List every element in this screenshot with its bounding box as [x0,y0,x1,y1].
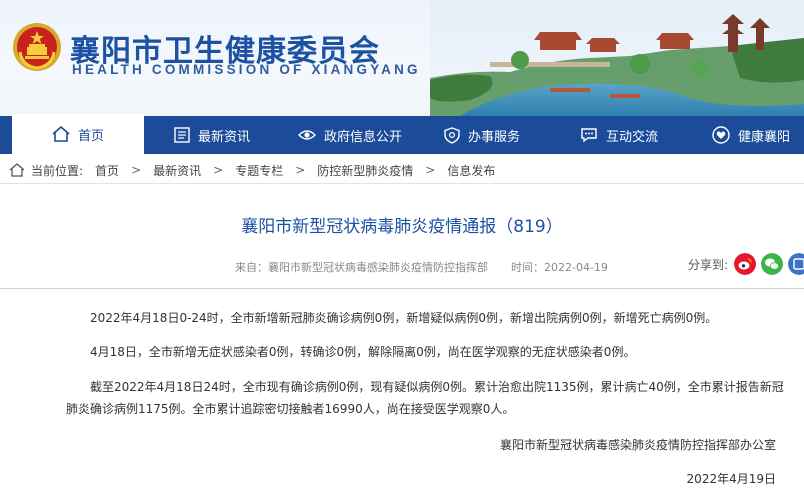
nav-news-label: 最新资讯 [198,129,251,145]
breadcrumb-separator: > [131,163,142,177]
nav-gov-info-label: 政府信息公开 [324,129,403,145]
wechat-share-icon[interactable] [761,253,783,275]
main-nav: 首页 最新资讯 政府信息公开 办事服务 互动交流 健康襄阳 [0,114,804,154]
news-icon [174,127,190,143]
nav-home-label: 首页 [77,128,104,144]
nav-services[interactable]: 办事服务 [444,116,520,154]
breadcrumb-item-release[interactable]: 信息发布 [447,162,495,179]
breadcrumb-item-home[interactable]: 首页 [95,162,119,179]
site-header: 襄阳市卫生健康委员会 HEALTH COMMISSION OF XIANGYAN… [0,0,804,116]
heart-icon [712,126,730,144]
paragraph: 肺炎确诊病例1175例。全市累计追踪密切接触者16990人，尚在接受医学观察0人… [66,402,515,416]
paragraph: 4月18日，全市新增无症状感染者0例，转确诊0例，解除隔离0例，尚在医学观察的无… [90,345,636,359]
article-source: 来自：襄阳市新型冠状病毒感染肺炎疫情防控指挥部 [235,261,488,274]
share-label: 分享到: [688,258,729,272]
chat-icon [581,128,597,143]
sign-date: 2022年4月19日 [686,472,776,486]
weibo-share-icon[interactable] [734,253,756,275]
breadcrumb-item-news[interactable]: 最新资讯 [153,162,201,179]
nav-news[interactable]: 最新资讯 [174,116,250,154]
content-divider [0,288,804,289]
breadcrumb-separator: > [213,163,224,177]
eye-icon [298,130,316,140]
breadcrumb-item-topics[interactable]: 专题专栏 [235,162,283,179]
more-share-icon[interactable] [788,253,804,275]
national-emblem-icon [13,23,61,71]
nav-services-label: 办事服务 [468,129,521,145]
breadcrumb-separator: > [295,163,306,177]
paragraph: 截至2022年4月18日24时，全市现有确诊病例0例，现有疑似病例0例。累计治愈… [90,380,784,394]
nav-healthy-xiangyang[interactable]: 健康襄阳 [712,116,790,154]
site-subtitle-en: HEALTH COMMISSION OF XIANGYANG [72,62,421,77]
nav-home[interactable]: 首页 [12,114,144,154]
breadcrumb: 当前位置: 首页 > 最新资讯 > 专题专栏 > 防控新型肺炎疫情 > 信息发布 [0,157,804,184]
nav-interaction[interactable]: 互动交流 [580,116,658,154]
home-icon [9,163,25,177]
breadcrumb-separator: > [425,163,436,177]
nav-healthy-xiangyang-label: 健康襄阳 [738,129,791,145]
breadcrumb-prefix: 当前位置: [31,163,84,178]
nav-interaction-label: 互动交流 [606,129,659,145]
city-scene-banner [430,0,804,116]
paragraph: 2022年4月18日0-24时，全市新增新冠肺炎确诊病例0例，新增疑似病例0例，… [90,311,718,325]
shield-icon [444,126,460,144]
breadcrumb-item-epidemic[interactable]: 防控新型肺炎疫情 [317,162,413,179]
article-date: 时间：2022-04-19 [511,261,608,274]
home-icon [52,126,70,142]
signature: 襄阳市新型冠状病毒感染肺炎疫情防控指挥部办公室 [499,438,776,452]
article-title: 襄阳市新型冠状病毒肺炎疫情通报（819） [241,217,563,237]
nav-gov-info[interactable]: 政府信息公开 [298,116,402,154]
